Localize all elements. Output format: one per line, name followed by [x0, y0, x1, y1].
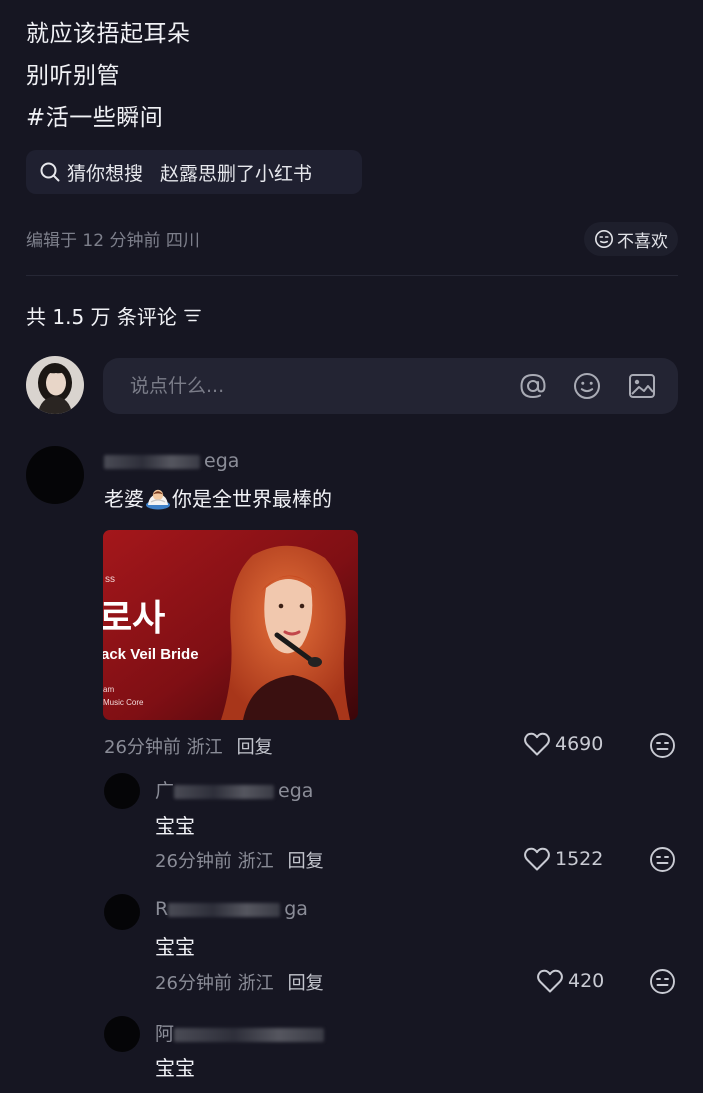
kneeling-emoji-icon: [146, 489, 170, 510]
reply-username[interactable]: Rga: [155, 898, 308, 920]
reply-time-location: 26分钟前 浙江: [155, 973, 274, 994]
commenter-username[interactable]: ega: [104, 450, 239, 472]
comment-meta: 26分钟前 浙江 回复: [104, 733, 273, 759]
reply-username-prefix: 广: [155, 780, 175, 802]
emoji-icon[interactable]: [572, 371, 602, 401]
commenter-avatar[interactable]: [26, 446, 84, 504]
reply-username[interactable]: 阿: [155, 1019, 328, 1046]
mention-icon[interactable]: [518, 371, 548, 401]
comment-text-start: 老婆: [104, 487, 144, 511]
reply-username-prefix: 阿: [155, 1023, 175, 1045]
redacted-name-blur: [174, 1027, 325, 1042]
heart-icon: [524, 732, 550, 756]
image-picker-icon[interactable]: [627, 371, 657, 401]
reply-username-visible: ega: [278, 780, 314, 802]
comment-input-box: [103, 358, 678, 414]
image-caption-bottom: Music Core: [103, 698, 144, 707]
like-button[interactable]: 4690: [523, 731, 603, 757]
like-button[interactable]: 420: [536, 968, 604, 994]
like-button[interactable]: 1522: [523, 846, 603, 872]
reply-username-prefix: R: [155, 898, 169, 920]
image-korean-title: 로사: [103, 598, 165, 639]
post-edit-meta: 编辑于 12 分钟前 四川: [26, 231, 200, 251]
sort-icon: [184, 309, 201, 322]
comment-count-text: 共 1.5 万 条评论: [26, 305, 177, 329]
comment-count-header[interactable]: 共 1.5 万 条评论: [26, 301, 201, 330]
reply-text: 宝宝: [155, 935, 195, 959]
post-caption-line-2: 别听别管: [26, 63, 120, 89]
my-avatar[interactable]: [26, 356, 84, 414]
search-suggestion-label: 猜你想搜: [67, 162, 144, 185]
image-english-title: ack Veil Bride: [103, 646, 199, 663]
image-caption-top: ss: [105, 574, 115, 585]
search-suggestion-chip[interactable]: 猜你想搜 赵露思删了小红书: [26, 150, 362, 194]
commenter-username-visible: ega: [204, 450, 240, 472]
post-hashtag[interactable]: #活一些瞬间: [26, 98, 163, 132]
reply-avatar[interactable]: [104, 1016, 140, 1052]
redacted-name-blur: [104, 454, 200, 469]
reply-time-location: 26分钟前 浙江: [155, 851, 274, 872]
post-caption-line-1: 就应该捂起耳朵: [26, 21, 191, 47]
heart-icon: [524, 847, 550, 871]
reply-text: 宝宝: [155, 1056, 195, 1080]
dislike-face-icon[interactable]: [649, 846, 676, 873]
heart-icon: [537, 969, 563, 993]
like-count: 420: [568, 970, 605, 992]
comment-time-location: 26分钟前 浙江: [104, 737, 223, 758]
dislike-button[interactable]: 不喜欢: [584, 222, 678, 256]
search-suggestion-query: 赵露思删了小红书: [160, 162, 313, 185]
search-icon: [40, 162, 60, 182]
comment-text-end: 你是全世界最棒的: [172, 487, 332, 511]
reply-avatar[interactable]: [104, 894, 140, 930]
comment-input[interactable]: [128, 374, 512, 398]
section-divider: [26, 275, 678, 276]
reply-button[interactable]: 回复: [288, 973, 324, 994]
reply-button[interactable]: 回复: [237, 737, 273, 758]
dislike-label: 不喜欢: [617, 231, 668, 252]
reply-button[interactable]: 回复: [288, 851, 324, 872]
comment-text: 老婆 你是全世界最棒的: [104, 483, 332, 512]
comment-image[interactable]: ss 로사 ack Veil Bride am Music Core: [103, 530, 358, 720]
redacted-name-blur: [168, 902, 281, 917]
reply-username[interactable]: 广 ega: [155, 776, 313, 803]
redacted-name-blur: [174, 784, 275, 799]
reply-avatar[interactable]: [104, 773, 140, 809]
reply-text: 宝宝: [155, 814, 195, 838]
dislike-face-icon[interactable]: [649, 968, 676, 995]
like-count: 1522: [555, 848, 604, 870]
reply-meta: 26分钟前 浙江 回复: [155, 969, 324, 995]
neutral-face-icon: [595, 230, 613, 248]
image-caption-mid: am: [103, 685, 114, 694]
reply-meta: 26分钟前 浙江 回复: [155, 847, 324, 873]
dislike-face-icon[interactable]: [649, 732, 676, 759]
reply-username-visible: ga: [284, 898, 308, 920]
like-count: 4690: [555, 733, 604, 755]
